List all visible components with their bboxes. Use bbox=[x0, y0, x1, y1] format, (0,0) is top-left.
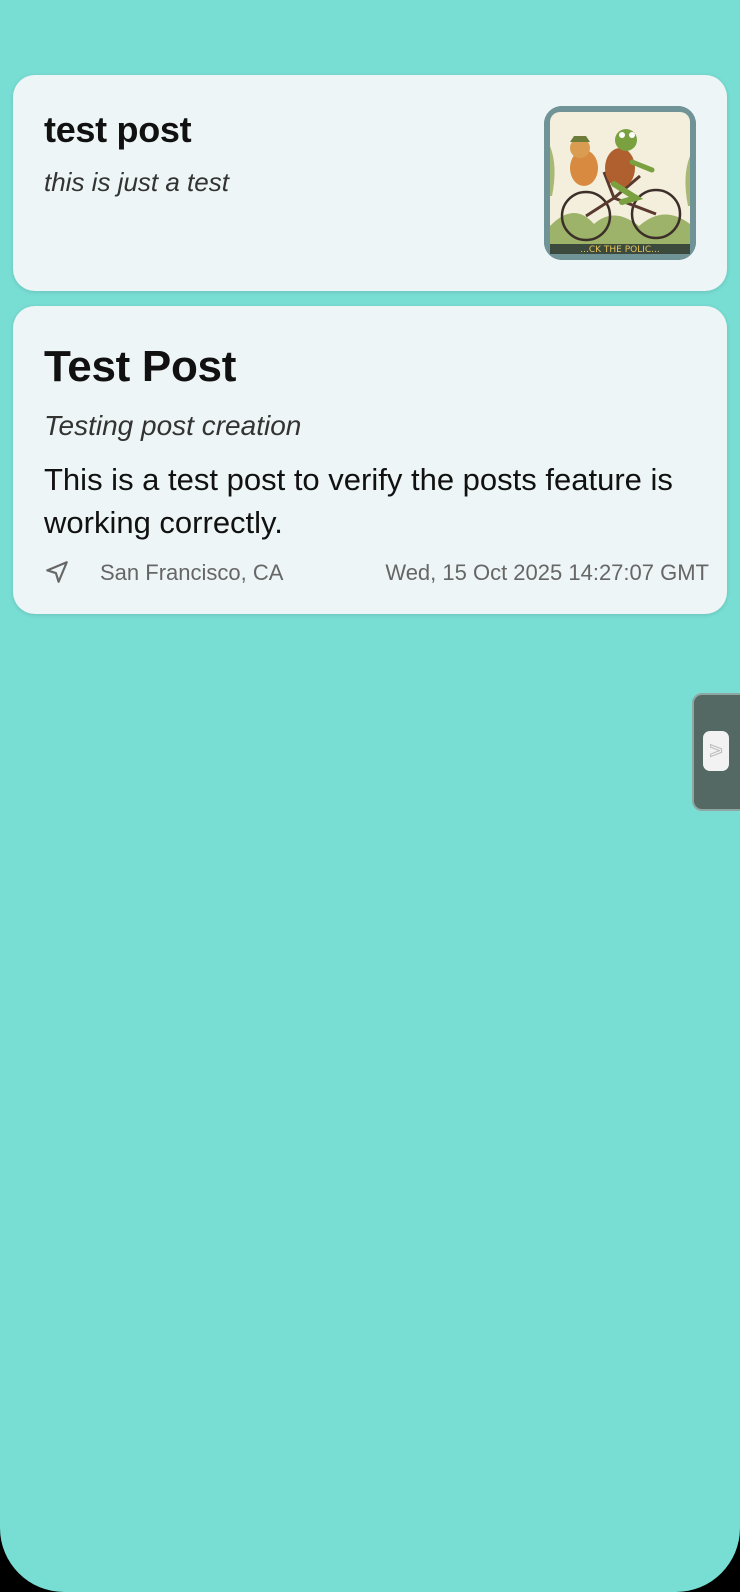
post-subtitle: this is just a test bbox=[44, 167, 229, 197]
post-thumbnail: ...CK THE POLIC... bbox=[544, 106, 696, 260]
post-body: This is a test post to verify the posts … bbox=[44, 462, 673, 540]
post-title: test post bbox=[44, 109, 192, 150]
svg-text:...CK THE POLIC...: ...CK THE POLIC... bbox=[580, 245, 660, 255]
post-date: Wed, 15 Oct 2025 14:27:07 GMT bbox=[385, 560, 709, 585]
frog-and-toad-bicycle-image: ...CK THE POLIC... bbox=[544, 106, 696, 260]
post-location: San Francisco, CA bbox=[100, 560, 284, 585]
screen: test post this is just a test ...CK THE … bbox=[0, 0, 740, 1592]
post-subtitle: Testing post creation bbox=[44, 410, 302, 441]
location-arrow-icon bbox=[46, 561, 68, 583]
expand-drawer-button[interactable]: > bbox=[703, 731, 729, 771]
post-card[interactable]: test post this is just a test ...CK THE … bbox=[13, 75, 727, 291]
post-meta: San Francisco, CA Wed, 15 Oct 2025 14:27… bbox=[44, 556, 709, 588]
side-drawer-tab[interactable]: > bbox=[692, 693, 740, 811]
post-card[interactable]: Test Post Testing post creation This is … bbox=[13, 306, 727, 614]
post-title: Test Post bbox=[44, 342, 237, 391]
